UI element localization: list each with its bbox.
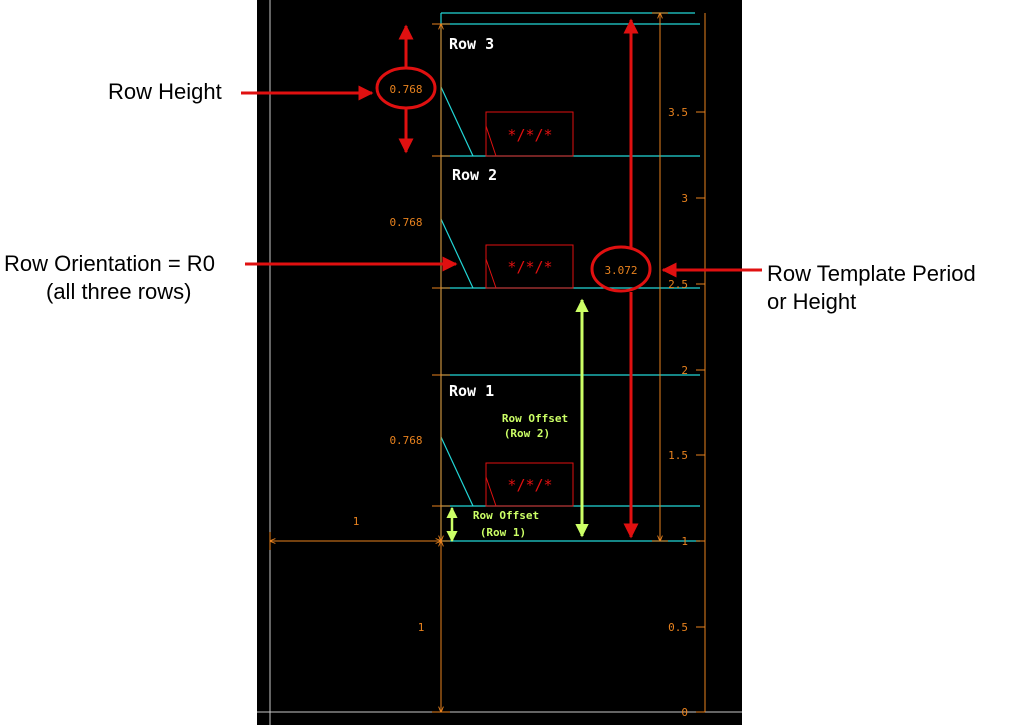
row-1-height: 0.768 <box>389 434 422 447</box>
axis-tick-label: 0.5 <box>668 621 688 634</box>
axis-tick-label: 3.5 <box>668 106 688 119</box>
dim-vertical: 1 <box>418 621 425 634</box>
row-3-title: Row 3 <box>449 35 494 53</box>
marker-label: */*/* <box>507 476 552 494</box>
template-period-value: 3.072 <box>604 264 637 277</box>
marker-label: */*/* <box>507 258 552 276</box>
axis-tick-label: 1 <box>681 535 688 548</box>
row-1-title: Row 1 <box>449 382 494 400</box>
axis-tick-label: 1.5 <box>668 449 688 462</box>
axis-tick-label: 2.5 <box>668 278 688 291</box>
row-1-offset-sublabel: (Row 1) <box>480 526 526 539</box>
row-2-height: 0.768 <box>389 216 422 229</box>
row-orientation-callout-sub: (all three rows) <box>46 279 191 304</box>
row-orientation-callout: Row Orientation = R0 <box>4 251 215 276</box>
axis-tick-label: 2 <box>681 364 688 377</box>
row-2-offset-label: Row Offset <box>502 412 568 425</box>
template-period-callout-sub: or Height <box>767 289 856 314</box>
row-template-diagram: 1 1 3.5 3 2.5 2 1.5 1 0.5 0 Row 3 Row 2 … <box>4 0 976 725</box>
row-2-title: Row 2 <box>452 166 497 184</box>
row-3-height: 0.768 <box>389 83 422 96</box>
template-period-callout: Row Template Period <box>767 261 976 286</box>
row-height-callout: Row Height <box>108 79 222 104</box>
row-2-offset-sublabel: (Row 2) <box>504 427 550 440</box>
dim-horizontal: 1 <box>353 515 360 528</box>
marker-label: */*/* <box>507 126 552 144</box>
row-1-offset-label: Row Offset <box>473 509 539 522</box>
axis-tick-label: 3 <box>681 192 688 205</box>
axis-tick-label: 0 <box>681 706 688 719</box>
